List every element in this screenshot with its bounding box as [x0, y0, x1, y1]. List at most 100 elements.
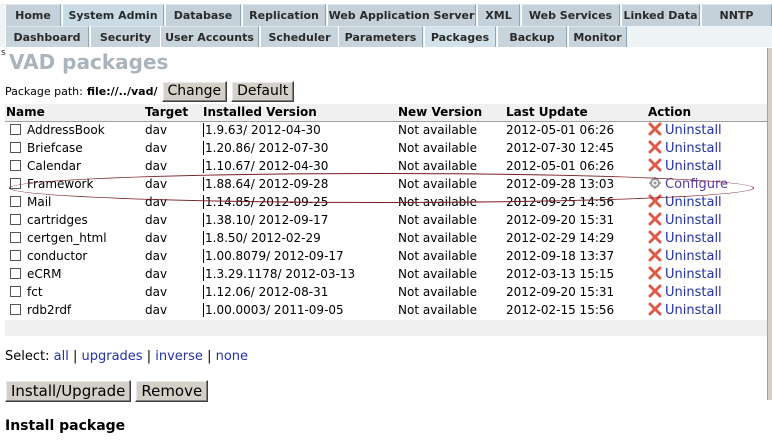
- tab-nntp[interactable]: NNTP: [701, 4, 772, 26]
- uninstall-link[interactable]: Uninstall: [665, 231, 722, 246]
- tab-system-admin[interactable]: System Admin: [62, 4, 164, 26]
- subtab-user-accounts[interactable]: User Accounts: [160, 26, 259, 47]
- row-checkbox[interactable]: [10, 268, 21, 279]
- row-checkbox[interactable]: [10, 178, 21, 189]
- uninstall-x-icon[interactable]: [648, 212, 662, 226]
- uninstall-link[interactable]: Uninstall: [665, 195, 722, 210]
- row-checkbox[interactable]: [10, 142, 21, 153]
- new-version: Not available: [397, 193, 505, 212]
- new-version: Not available: [397, 247, 505, 266]
- subtab-dashboard[interactable]: Dashboard: [5, 26, 89, 47]
- change-button[interactable]: Change: [161, 80, 228, 102]
- subtab-monitor[interactable]: Monitor: [568, 26, 627, 47]
- uninstall-x-icon[interactable]: [648, 284, 662, 298]
- subtab-packages[interactable]: Packages: [424, 26, 496, 47]
- uninstall-link[interactable]: Uninstall: [665, 267, 722, 282]
- package-name: Calendar: [27, 159, 81, 173]
- table-row: eCRM dav 1.3.29.1178/ 2012-03-13 Not availa…: [5, 265, 767, 284]
- row-checkbox[interactable]: [10, 304, 21, 315]
- uninstall-link[interactable]: Uninstall: [665, 213, 722, 228]
- install-upgrade-button[interactable]: Install/Upgrade: [5, 380, 132, 402]
- uninstall-link[interactable]: Uninstall: [665, 303, 722, 318]
- package-target: dav: [144, 265, 202, 284]
- tab-home[interactable]: Home: [5, 4, 61, 26]
- configure-gear-icon[interactable]: [648, 176, 662, 190]
- package-target: dav: [144, 121, 202, 140]
- tab-web-application-server[interactable]: Web Application Server: [327, 4, 476, 26]
- row-checkbox[interactable]: [10, 214, 21, 225]
- action-cell: Uninstall: [647, 265, 767, 284]
- tab-database[interactable]: Database: [165, 4, 241, 26]
- column-header-installed-version[interactable]: Installed Version: [202, 104, 397, 122]
- row-checkbox[interactable]: [10, 124, 21, 135]
- column-header-name[interactable]: Name: [5, 104, 144, 122]
- installed-version: 1.3.29.1178/ 2012-03-13: [203, 267, 356, 281]
- row-checkbox[interactable]: [10, 286, 21, 297]
- uninstall-x-icon[interactable]: [648, 122, 662, 136]
- column-header-target[interactable]: Target: [144, 104, 202, 122]
- row-checkbox[interactable]: [10, 250, 21, 261]
- package-name: Mail: [27, 195, 52, 209]
- package-target: dav: [144, 283, 202, 302]
- select-inverse-link[interactable]: inverse: [155, 349, 203, 364]
- action-cell: Uninstall: [647, 157, 767, 176]
- subtab-scheduler[interactable]: Scheduler: [260, 26, 339, 47]
- last-update: 2012-05-01 06:26: [505, 121, 647, 140]
- package-name-cell: Framework: [5, 175, 144, 194]
- uninstall-x-icon[interactable]: [648, 158, 662, 172]
- table-row: AddressBook dav 1.9.63/ 2012-04-30 Not avai…: [5, 121, 767, 140]
- uninstall-x-icon[interactable]: [648, 230, 662, 244]
- installed-version-cell: 1.3.29.1178/ 2012-03-13: [202, 265, 397, 284]
- package-name-cell: certgen_html: [5, 229, 144, 248]
- table-row: cartridges dav 1.38.10/ 2012-09-17 Not avai…: [5, 211, 767, 230]
- new-version: Not available: [397, 229, 505, 248]
- tab-web-services[interactable]: Web Services: [521, 4, 620, 26]
- tab-linked-data[interactable]: Linked Data: [621, 4, 700, 26]
- installed-version-cell: 1.00.0003/ 2011-09-05: [202, 301, 397, 320]
- new-version: Not available: [397, 211, 505, 230]
- installed-version: 1.38.10/ 2012-09-17: [203, 213, 329, 227]
- tab-xml[interactable]: XML: [477, 4, 520, 26]
- column-header-action: Action: [647, 104, 767, 122]
- uninstall-x-icon[interactable]: [648, 140, 662, 154]
- package-path-value: file://../vad/: [86, 84, 158, 98]
- uninstall-link[interactable]: Uninstall: [665, 141, 722, 156]
- package-target: dav: [144, 229, 202, 248]
- installed-version: 1.9.63/ 2012-04-30: [203, 123, 321, 137]
- column-header-new-version[interactable]: New Version: [397, 104, 505, 122]
- default-button[interactable]: Default: [231, 80, 295, 102]
- installed-version-cell: 1.38.10/ 2012-09-17: [202, 211, 397, 230]
- uninstall-x-icon[interactable]: [648, 194, 662, 208]
- uninstall-link[interactable]: Uninstall: [665, 159, 722, 174]
- table-row: certgen_html dav 1.8.50/ 2012-02-29 Not ava…: [5, 229, 767, 248]
- row-checkbox[interactable]: [10, 160, 21, 171]
- uninstall-link[interactable]: Uninstall: [665, 249, 722, 264]
- uninstall-link[interactable]: Uninstall: [665, 285, 722, 300]
- row-checkbox[interactable]: [10, 196, 21, 207]
- subtab-security[interactable]: Security: [90, 26, 161, 47]
- vertical-scrollbar[interactable]: [767, 48, 772, 400]
- tab-replication[interactable]: Replication: [242, 4, 326, 26]
- uninstall-x-icon[interactable]: [648, 266, 662, 280]
- package-name-cell: eCRM: [5, 265, 144, 284]
- row-checkbox[interactable]: [10, 232, 21, 243]
- table-row: Calendar dav 1.10.67/ 2012-04-30 Not availa…: [5, 157, 767, 176]
- configure-link[interactable]: Configure: [665, 177, 728, 192]
- select-upgrades-link[interactable]: upgrades: [82, 349, 143, 364]
- action-cell: Uninstall: [647, 139, 767, 158]
- package-name-cell: Mail: [5, 193, 144, 212]
- select-all-link[interactable]: all: [54, 349, 69, 364]
- uninstall-x-icon[interactable]: [648, 248, 662, 262]
- table-row: conductor dav 1.00.8079/ 2012-09-17 Not ava…: [5, 247, 767, 266]
- uninstall-link[interactable]: Uninstall: [665, 123, 722, 138]
- column-header-last-update[interactable]: Last Update: [505, 104, 647, 122]
- package-target: dav: [144, 193, 202, 212]
- installed-version-cell: 1.12.06/ 2012-08-31: [202, 283, 397, 302]
- package-target: dav: [144, 211, 202, 230]
- package-name-cell: rdb2rdf: [5, 301, 144, 320]
- remove-button[interactable]: Remove: [135, 380, 209, 402]
- subtab-parameters[interactable]: Parameters: [338, 26, 423, 47]
- select-none-link[interactable]: none: [216, 349, 248, 364]
- subtab-backup[interactable]: Backup: [497, 26, 567, 47]
- uninstall-x-icon[interactable]: [648, 302, 662, 316]
